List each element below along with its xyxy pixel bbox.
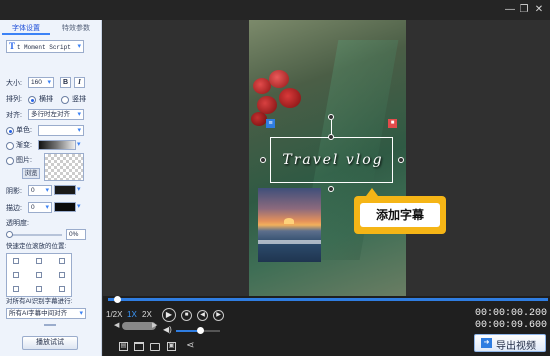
tab-font-settings[interactable]: 字体设置 (2, 23, 50, 35)
vertical-label: 竖排 (72, 96, 86, 103)
speed-slider-thumb[interactable] (122, 322, 156, 330)
panel-resize-grip-icon[interactable] (44, 324, 56, 326)
speed-2x[interactable]: 2X (142, 310, 152, 319)
position-top-right[interactable] (59, 258, 65, 264)
opacity-slider-track[interactable] (8, 234, 62, 236)
solid-color-picker[interactable] (38, 125, 84, 136)
wave-foam (258, 240, 321, 244)
resize-handle-left[interactable] (260, 157, 266, 163)
stroke-color-dropdown-icon[interactable]: ▾ (77, 201, 81, 212)
quick-position-grid (6, 253, 72, 297)
gradient-radio[interactable] (6, 142, 14, 150)
size-label: 大小: (6, 80, 22, 87)
stop-icon[interactable]: ■ (181, 310, 192, 321)
subtitle-selection-box[interactable]: Travel vlog (270, 137, 393, 183)
opacity-value[interactable]: 0% (66, 229, 86, 240)
opacity-label: 透明度: (6, 220, 29, 227)
ai-subtitle-label: 对所有AI识别字幕进行: (6, 298, 73, 305)
export-video-button[interactable]: ➜ 导出视频 (474, 334, 546, 352)
stroke-color-swatch[interactable] (54, 202, 76, 212)
callout-text: 添加字幕 (360, 203, 440, 227)
speed-1-2x[interactable]: 1/2X (106, 310, 122, 319)
tab-effect-params[interactable]: 特效参数 (52, 23, 100, 35)
progress-handle[interactable] (113, 296, 121, 303)
ai-subtitle-align-select[interactable]: 所有AI字幕中间对齐 (6, 308, 86, 319)
position-top-left[interactable] (13, 258, 19, 264)
restore-icon[interactable]: ❐ (517, 3, 531, 17)
open-file-icon[interactable] (134, 342, 144, 351)
shadow-color-dropdown-icon[interactable]: ▾ (77, 184, 81, 195)
gradient-swatch[interactable] (38, 140, 76, 150)
position-bottom-center[interactable] (36, 286, 42, 292)
speed-slider-left-arrow[interactable]: ◀ (114, 321, 119, 329)
arrangement-label: 排列: (6, 96, 22, 103)
speed-slider-right-arrow[interactable]: ▶ (152, 321, 157, 329)
position-middle-left[interactable] (13, 272, 19, 278)
opacity-slider-handle[interactable] (6, 231, 13, 238)
title-bar: — ❐ ✕ (0, 0, 550, 20)
font-settings-panel: 字体设置 特效参数 T t Moment Script 大小: 160 B I … (0, 20, 102, 356)
speed-1x[interactable]: 1X (127, 310, 137, 319)
resize-handle-bottom[interactable] (328, 186, 334, 192)
image-fill-label: 图片: (16, 157, 32, 164)
position-middle-right[interactable] (59, 272, 65, 278)
play-icon[interactable]: ▶ (162, 308, 176, 322)
font-glyph-icon: T (9, 41, 16, 51)
resize-handle-top[interactable] (328, 134, 334, 140)
total-time: 00:00:09.600 (475, 320, 548, 331)
solid-color-label: 单色: (16, 127, 32, 134)
current-time: 00:00:00.200 (475, 308, 548, 319)
close-icon[interactable]: ✕ (532, 3, 546, 17)
export-icon: ➜ (481, 338, 492, 348)
rose-bouquet (249, 68, 309, 138)
export-label: 导出视频 (496, 341, 536, 352)
stroke-size-select[interactable]: 0 (28, 202, 52, 213)
shadow-color-swatch[interactable] (54, 185, 76, 195)
next-frame-icon[interactable]: ▶ (213, 310, 224, 321)
play-test-button[interactable]: 播放试试 (22, 336, 78, 350)
image-fill-radio[interactable] (6, 157, 14, 165)
browse-button[interactable]: 浏览 (22, 168, 40, 179)
stroke-label: 描边: (6, 205, 22, 212)
save-project-icon[interactable]: ▤ (119, 342, 128, 351)
align-label: 对齐: (6, 112, 22, 119)
font-family-value: t Moment Script (16, 44, 71, 51)
delete-icon[interactable]: ■ (388, 119, 397, 128)
share-icon[interactable]: ⋖ (186, 340, 194, 351)
save-as-icon[interactable]: ▣ (167, 342, 176, 351)
position-top-center[interactable] (36, 258, 42, 264)
quick-position-label: 快速定位滚放的位置: (6, 243, 67, 250)
add-subtitle-callout: 添加字幕 (354, 188, 446, 234)
shadow-size-select[interactable]: 0 (28, 185, 52, 196)
callout-arrow (366, 188, 378, 196)
position-bottom-left[interactable] (13, 286, 19, 292)
minimize-icon[interactable]: — (503, 3, 517, 17)
horizontal-radio[interactable] (28, 96, 36, 104)
position-middle-center[interactable] (36, 272, 42, 278)
subtitle-text[interactable]: Travel vlog (277, 152, 389, 168)
previous-frame-icon[interactable]: ◀ (197, 310, 208, 321)
volume-icon[interactable]: ◀) (163, 325, 172, 334)
sun (284, 218, 294, 224)
image-fill-preview (44, 153, 84, 181)
horizontal-label: 横排 (39, 96, 53, 103)
open-folder-icon[interactable] (150, 343, 160, 351)
resize-handle-right[interactable] (398, 157, 404, 163)
position-bottom-right[interactable] (59, 286, 65, 292)
overlay-image[interactable] (258, 188, 321, 262)
bold-button[interactable]: B (60, 77, 71, 88)
align-select[interactable]: 多行时左对齐 (28, 109, 84, 120)
gradient-dropdown-icon[interactable]: ▾ (77, 139, 81, 150)
vertical-radio[interactable] (61, 96, 69, 104)
italic-button[interactable]: I (74, 77, 85, 88)
gradient-label: 渐变: (16, 142, 32, 149)
text-layer-icon[interactable]: ≡ (266, 119, 275, 128)
solid-color-radio[interactable] (6, 127, 14, 135)
shadow-label: 阴影: (6, 188, 22, 195)
progress-track[interactable] (108, 298, 548, 301)
font-family-select[interactable]: T t Moment Script (6, 40, 84, 53)
font-size-select[interactable]: 160 (28, 77, 54, 88)
